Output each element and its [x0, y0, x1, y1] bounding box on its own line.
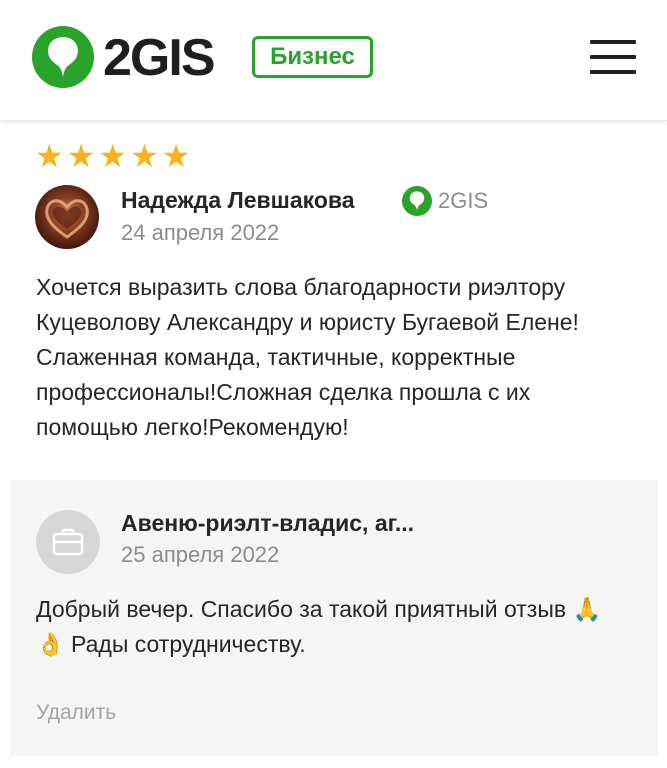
star-icon: ★: [98, 138, 128, 174]
star-icon: ★: [35, 138, 64, 174]
review-source-badge: 2GIS: [402, 186, 488, 216]
response-author-name[interactable]: Авеню-риэлт-владис, аг...: [121, 508, 414, 538]
delete-response-button[interactable]: Удалить: [36, 698, 116, 728]
review-date: 24 апреля 2022: [121, 220, 280, 245]
briefcase-icon: [52, 528, 84, 556]
review-text: Хочется выразить слова благодарности риэ…: [36, 274, 579, 440]
owner-response: Авеню-риэлт-владис, аг... 25 апреля 2022…: [10, 480, 658, 756]
star-icon: ★: [66, 138, 96, 174]
hamburger-menu-icon[interactable]: [590, 40, 636, 74]
top-header: 2GIS Бизнес: [0, 0, 667, 121]
business-badge[interactable]: Бизнес: [252, 36, 373, 78]
response-avatar: [36, 510, 100, 574]
logo-text: 2GIS: [103, 29, 215, 87]
2gis-logo-icon[interactable]: [32, 26, 94, 88]
star-icon: ★: [161, 138, 191, 174]
rating-stars: ★ ★ ★ ★ ★: [35, 139, 190, 173]
star-icon: ★: [130, 138, 159, 174]
2gis-small-icon: [402, 186, 432, 216]
author-avatar: [35, 185, 99, 249]
review-source-label: 2GIS: [438, 188, 489, 213]
response-date: 25 апреля 2022: [121, 542, 280, 567]
review-author-name[interactable]: Надежда Левшакова: [121, 185, 355, 215]
response-text: Добрый вечер. Спасибо за такой приятный …: [36, 596, 602, 657]
